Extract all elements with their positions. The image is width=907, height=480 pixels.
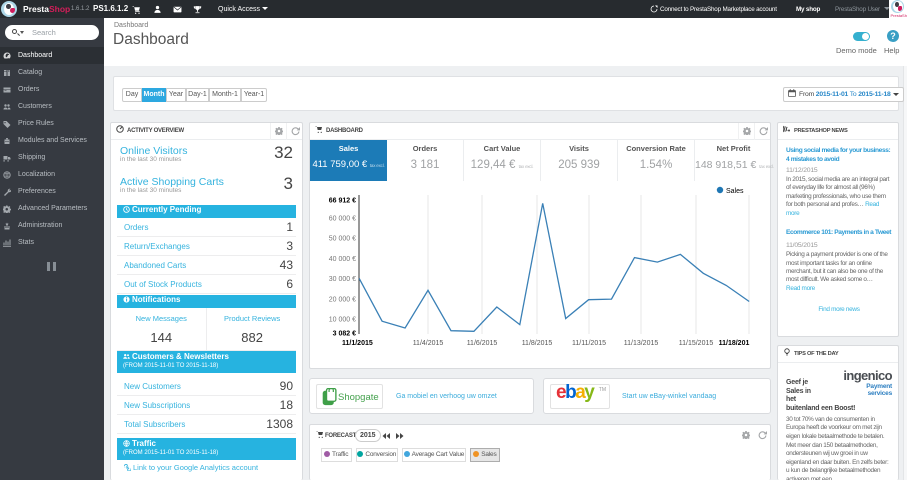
svg-text:11/13/2015: 11/13/2015 [624,340,659,347]
svg-text:11/4/2015: 11/4/2015 [413,340,444,347]
svg-text:11/8/2015: 11/8/2015 [522,340,553,347]
svg-text:50 000 €: 50 000 € [329,236,356,243]
svg-text:3 082 €: 3 082 € [333,331,356,338]
svg-text:11/18/201: 11/18/201 [719,340,750,347]
svg-text:11/1/2015: 11/1/2015 [342,340,373,347]
svg-text:60 000 €: 60 000 € [329,216,356,223]
svg-text:66 912 €: 66 912 € [329,198,356,205]
svg-text:20 000 €: 20 000 € [329,297,356,304]
svg-text:Sales: Sales [726,188,744,195]
svg-text:11/15/2015: 11/15/2015 [679,340,714,347]
svg-text:11/6/2015: 11/6/2015 [467,340,498,347]
svg-text:10 000 €: 10 000 € [329,317,356,324]
svg-text:40 000 €: 40 000 € [329,256,356,263]
svg-text:11/11/2015: 11/11/2015 [572,340,606,347]
svg-text:30 000 €: 30 000 € [329,276,356,283]
